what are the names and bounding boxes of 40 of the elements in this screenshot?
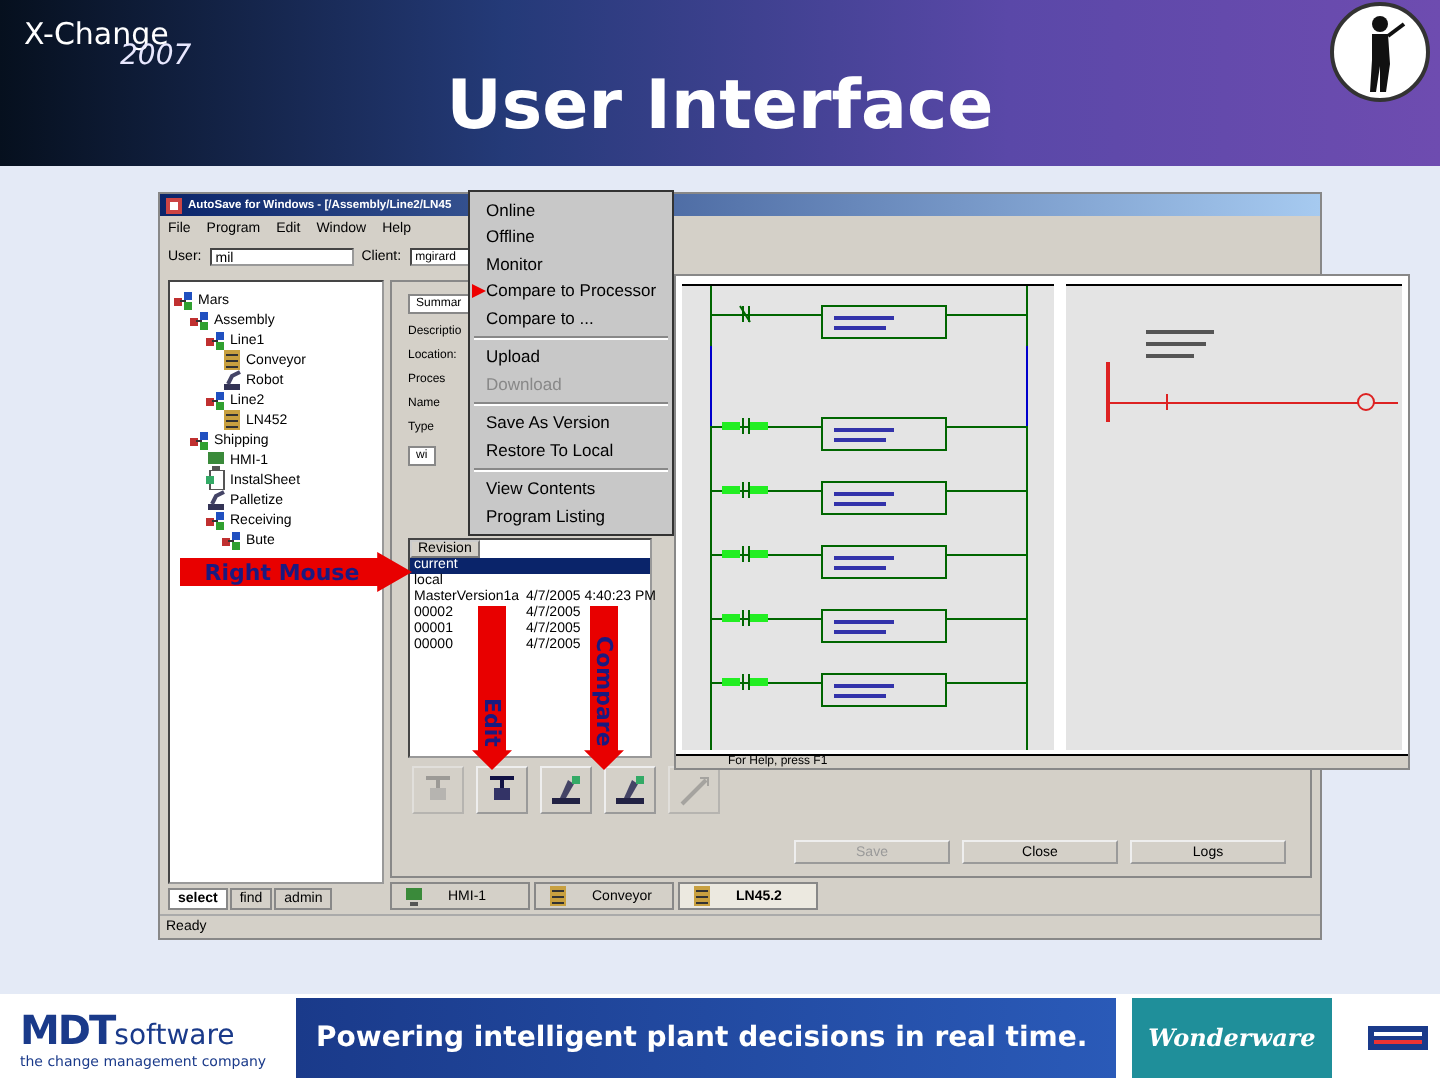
menu-item[interactable]: Monitor [470, 250, 672, 277]
slide-title: User Interface [446, 66, 994, 150]
menu-item[interactable]: Save As Version [470, 409, 672, 436]
toolbar-button[interactable] [476, 766, 528, 814]
menu-item[interactable]: Restore To Local [470, 436, 672, 463]
toolbar-button[interactable] [604, 766, 656, 814]
robot-arm-icon [206, 490, 226, 510]
monitor-icon [404, 886, 424, 906]
network-icon [206, 510, 226, 530]
microscope-icon [612, 772, 648, 808]
partner-emblem-icon [1368, 1021, 1428, 1053]
rack-icon [692, 886, 712, 906]
figure-emblem-icon [1328, 0, 1432, 104]
menu-item[interactable]: Compare to Processor [470, 277, 672, 304]
network-icon [206, 330, 226, 350]
rack-icon [548, 886, 568, 906]
menu-item[interactable]: Online [470, 196, 672, 223]
menu-item[interactable]: Upload [470, 343, 672, 370]
network-icon [190, 430, 210, 450]
app-icon [166, 197, 182, 213]
company-name-suffix: software [114, 1019, 235, 1051]
menu-item[interactable]: Compare to ... [470, 304, 672, 331]
document-icon [206, 470, 226, 490]
menu-item[interactable]: View Contents [470, 475, 672, 502]
menu-item[interactable]: Program Listing [470, 502, 672, 529]
tagline-banner: Powering intelligent plant decisions in real time. [296, 997, 1116, 1077]
menu-item[interactable]: Offline [470, 223, 672, 250]
partner-logo: Wonderware [1132, 997, 1332, 1077]
network-icon [222, 530, 242, 550]
company-name: MDT [20, 1005, 115, 1053]
rack-icon [222, 410, 242, 430]
microscope-icon [548, 772, 584, 808]
network-icon [206, 390, 226, 410]
monitor-icon [206, 450, 226, 470]
network-icon [190, 310, 210, 330]
network-icon [174, 290, 194, 310]
rack-icon [222, 350, 242, 370]
toolbar-button[interactable] [540, 766, 592, 814]
robot-arm-icon [222, 370, 242, 390]
pencil-icon [676, 772, 712, 808]
